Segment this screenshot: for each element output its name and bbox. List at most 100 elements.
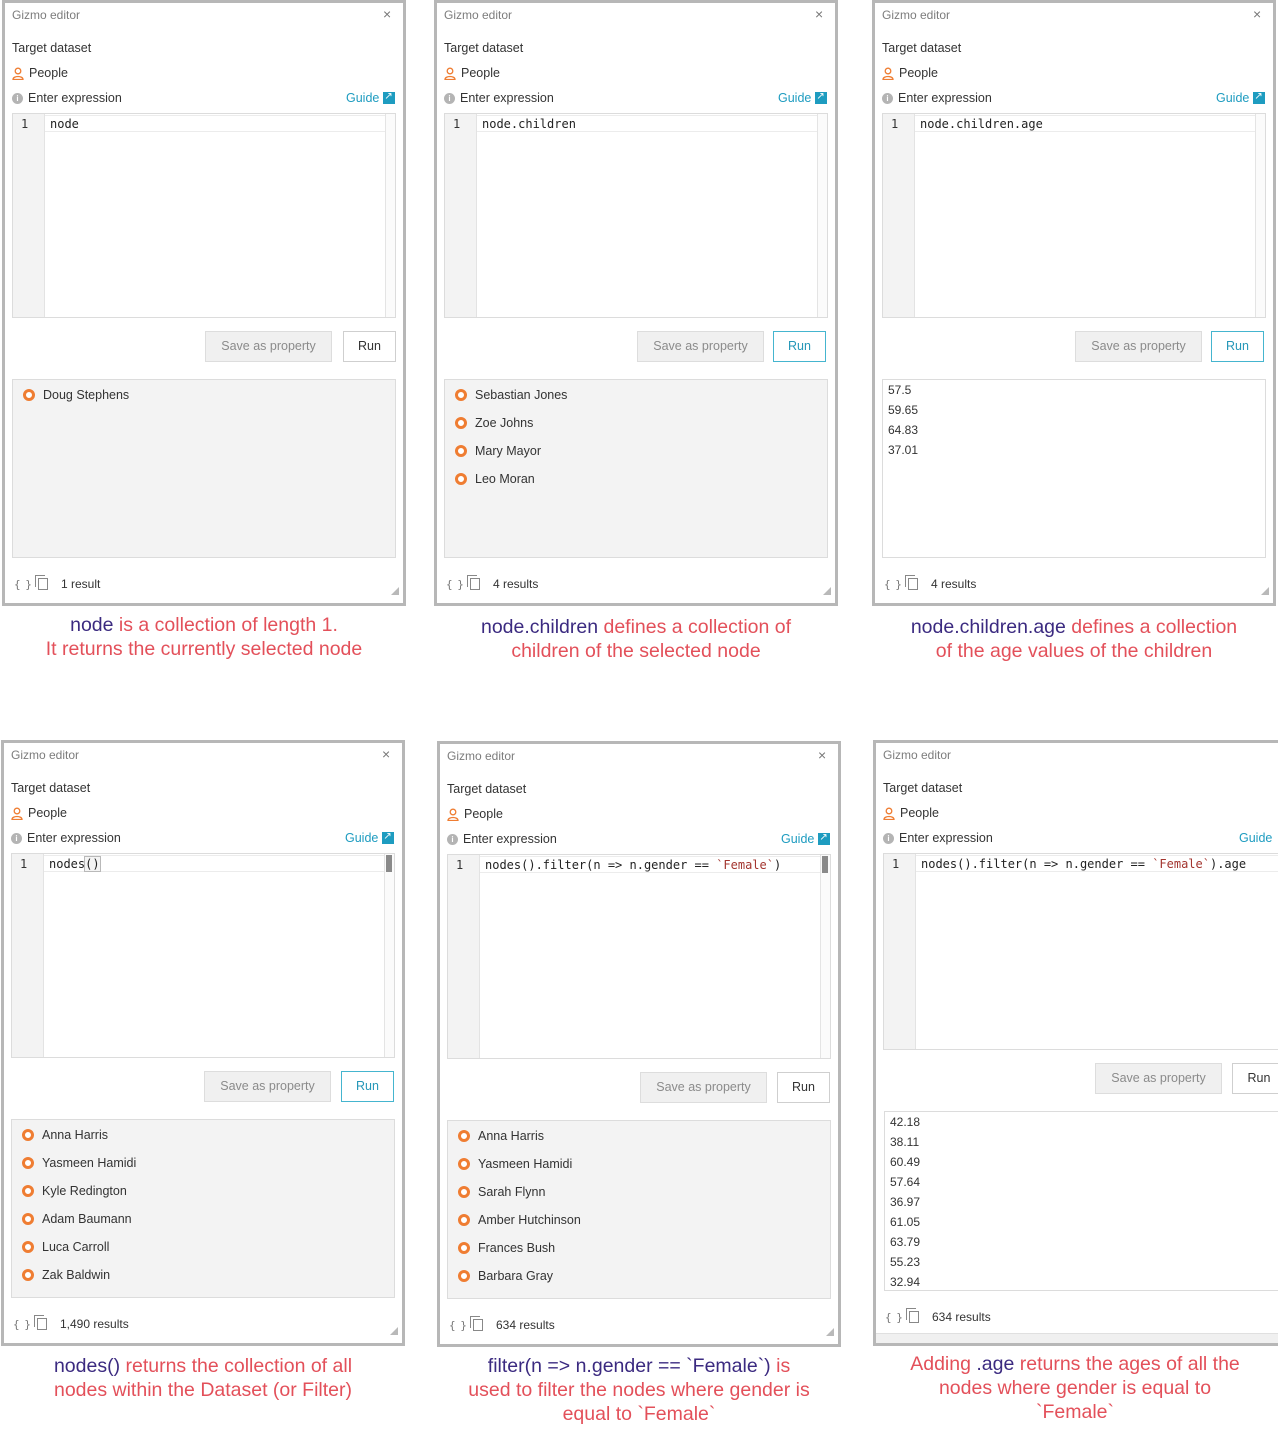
code-editor[interactable]: 1 node.children.age <box>882 113 1266 318</box>
result-item[interactable]: Yasmeen Hamidi <box>22 1156 136 1170</box>
code-text: nodes() <box>49 856 101 872</box>
result-item[interactable]: Sebastian Jones <box>455 388 567 402</box>
guide-link[interactable]: Guide <box>1239 831 1272 845</box>
copy-icon[interactable] <box>906 1308 919 1323</box>
result-item[interactable]: Yasmeen Hamidi <box>458 1157 572 1171</box>
run-button[interactable]: Run <box>1232 1063 1278 1094</box>
result-item[interactable]: Kyle Redington <box>22 1184 127 1198</box>
result-item[interactable]: Anna Harris <box>458 1129 544 1143</box>
dataset-selector[interactable]: People <box>11 806 67 820</box>
expression-label: Enter expression <box>899 831 993 845</box>
copy-icon[interactable] <box>905 575 918 590</box>
copy-icon[interactable] <box>467 575 480 590</box>
user-icon <box>883 807 895 820</box>
expression-label: Enter expression <box>28 91 122 105</box>
node-icon <box>458 1130 470 1142</box>
expression-label-row: i Enter expression <box>883 831 993 845</box>
result-item[interactable]: Adam Baumann <box>22 1212 132 1226</box>
guide-link[interactable]: Guide <box>778 91 828 105</box>
result-item[interactable]: Leo Moran <box>455 472 535 486</box>
run-button[interactable]: Run <box>773 331 826 362</box>
resize-handle-icon[interactable] <box>823 587 831 595</box>
external-link-icon <box>382 831 395 844</box>
line-gutter: 1 <box>13 114 45 317</box>
copy-icon[interactable] <box>470 1316 483 1331</box>
close-icon[interactable]: × <box>818 748 826 762</box>
result-item[interactable]: Doug Stephens <box>23 388 129 402</box>
code-editor[interactable]: 1 node <box>12 113 396 318</box>
target-dataset-label: Target dataset <box>12 41 92 55</box>
resize-handle-icon[interactable] <box>390 1327 398 1335</box>
dataset-selector[interactable]: People <box>447 807 503 821</box>
user-icon <box>882 67 894 80</box>
result-item[interactable]: Amber Hutchinson <box>458 1213 581 1227</box>
results-footer: { } 4 results <box>446 575 538 591</box>
result-item[interactable]: Barbara Gray <box>458 1269 553 1283</box>
save-as-property-button[interactable]: Save as property <box>204 1071 331 1102</box>
editor-scrollbar[interactable] <box>384 854 394 1057</box>
result-item[interactable]: Frances Bush <box>458 1241 555 1255</box>
code-editor[interactable]: 1 node.children <box>444 113 828 318</box>
save-as-property-button[interactable]: Save as property <box>640 1072 767 1103</box>
save-as-property-button[interactable]: Save as property <box>205 331 332 362</box>
gizmo-editor-panel-2: Gizmo editor × Target dataset People i E… <box>434 0 838 606</box>
dataset-name: People <box>464 807 503 821</box>
info-icon: i <box>12 92 23 104</box>
dataset-selector[interactable]: People <box>883 806 939 820</box>
close-icon[interactable]: × <box>815 7 823 21</box>
copy-icon[interactable] <box>34 1315 47 1330</box>
guide-label: Guide <box>346 91 380 105</box>
result-value: 57.5 <box>888 383 912 397</box>
code-editor[interactable]: 1 nodes().filter(n => n.gender == `Femal… <box>447 854 831 1059</box>
dataset-name: People <box>29 66 68 80</box>
run-button[interactable]: Run <box>343 331 396 362</box>
guide-link[interactable]: Guide <box>781 832 831 846</box>
guide-label: Guide <box>345 831 379 845</box>
save-as-property-button[interactable]: Save as property <box>637 331 764 362</box>
run-button[interactable]: Run <box>777 1072 830 1103</box>
guide-link[interactable]: Guide <box>1216 91 1266 105</box>
save-as-property-button[interactable]: Save as property <box>1095 1063 1222 1094</box>
close-icon[interactable]: × <box>383 7 391 21</box>
result-item[interactable]: Zoe Johns <box>455 416 533 430</box>
editor-scrollbar[interactable] <box>385 114 395 317</box>
close-icon[interactable]: × <box>1253 7 1261 21</box>
code-editor[interactable]: 1 nodes().filter(n => n.gender == `Femal… <box>883 853 1278 1050</box>
expression-label-row: i Enter expression <box>12 91 122 105</box>
caption-5: filter(n => n.gender == `Female`) is use… <box>468 1355 810 1425</box>
horizontal-scrollbar[interactable] <box>876 1333 1278 1343</box>
dataset-name: People <box>900 806 939 820</box>
info-icon: i <box>11 832 22 844</box>
dataset-selector[interactable]: People <box>444 66 500 80</box>
caption-3: node.children.age defines a collection o… <box>910 616 1238 662</box>
code-editor[interactable]: 1 nodes() <box>11 853 395 1058</box>
results-count: 634 results <box>496 1318 555 1332</box>
target-dataset-label: Target dataset <box>447 782 527 796</box>
result-item[interactable]: Mary Mayor <box>455 444 541 458</box>
run-button[interactable]: Run <box>341 1071 394 1102</box>
resize-handle-icon[interactable] <box>826 1328 834 1336</box>
result-value: 61.05 <box>890 1215 921 1229</box>
editor-scrollbar[interactable] <box>817 114 827 317</box>
result-item[interactable]: Zak Baldwin <box>22 1268 110 1282</box>
dataset-selector[interactable]: People <box>12 66 68 80</box>
result-value: 59.65 <box>888 403 919 417</box>
result-item[interactable]: Luca Carroll <box>22 1240 109 1254</box>
result-item[interactable]: Anna Harris <box>22 1128 108 1142</box>
copy-icon[interactable] <box>35 575 48 590</box>
guide-link[interactable]: Guide <box>345 831 395 845</box>
info-icon: i <box>444 92 455 104</box>
save-as-property-button[interactable]: Save as property <box>1075 331 1202 362</box>
run-button[interactable]: Run <box>1211 331 1264 362</box>
resize-handle-icon[interactable] <box>1261 587 1269 595</box>
result-value: 63.79 <box>890 1235 921 1249</box>
result-item[interactable]: Sarah Flynn <box>458 1185 545 1199</box>
editor-scrollbar[interactable] <box>1255 114 1265 317</box>
editor-scrollbar[interactable] <box>820 855 830 1058</box>
close-icon[interactable]: × <box>382 747 390 761</box>
guide-link[interactable]: Guide <box>346 91 396 105</box>
target-dataset-label: Target dataset <box>444 41 524 55</box>
resize-handle-icon[interactable] <box>391 587 399 595</box>
external-link-icon <box>815 91 828 104</box>
dataset-selector[interactable]: People <box>882 66 938 80</box>
